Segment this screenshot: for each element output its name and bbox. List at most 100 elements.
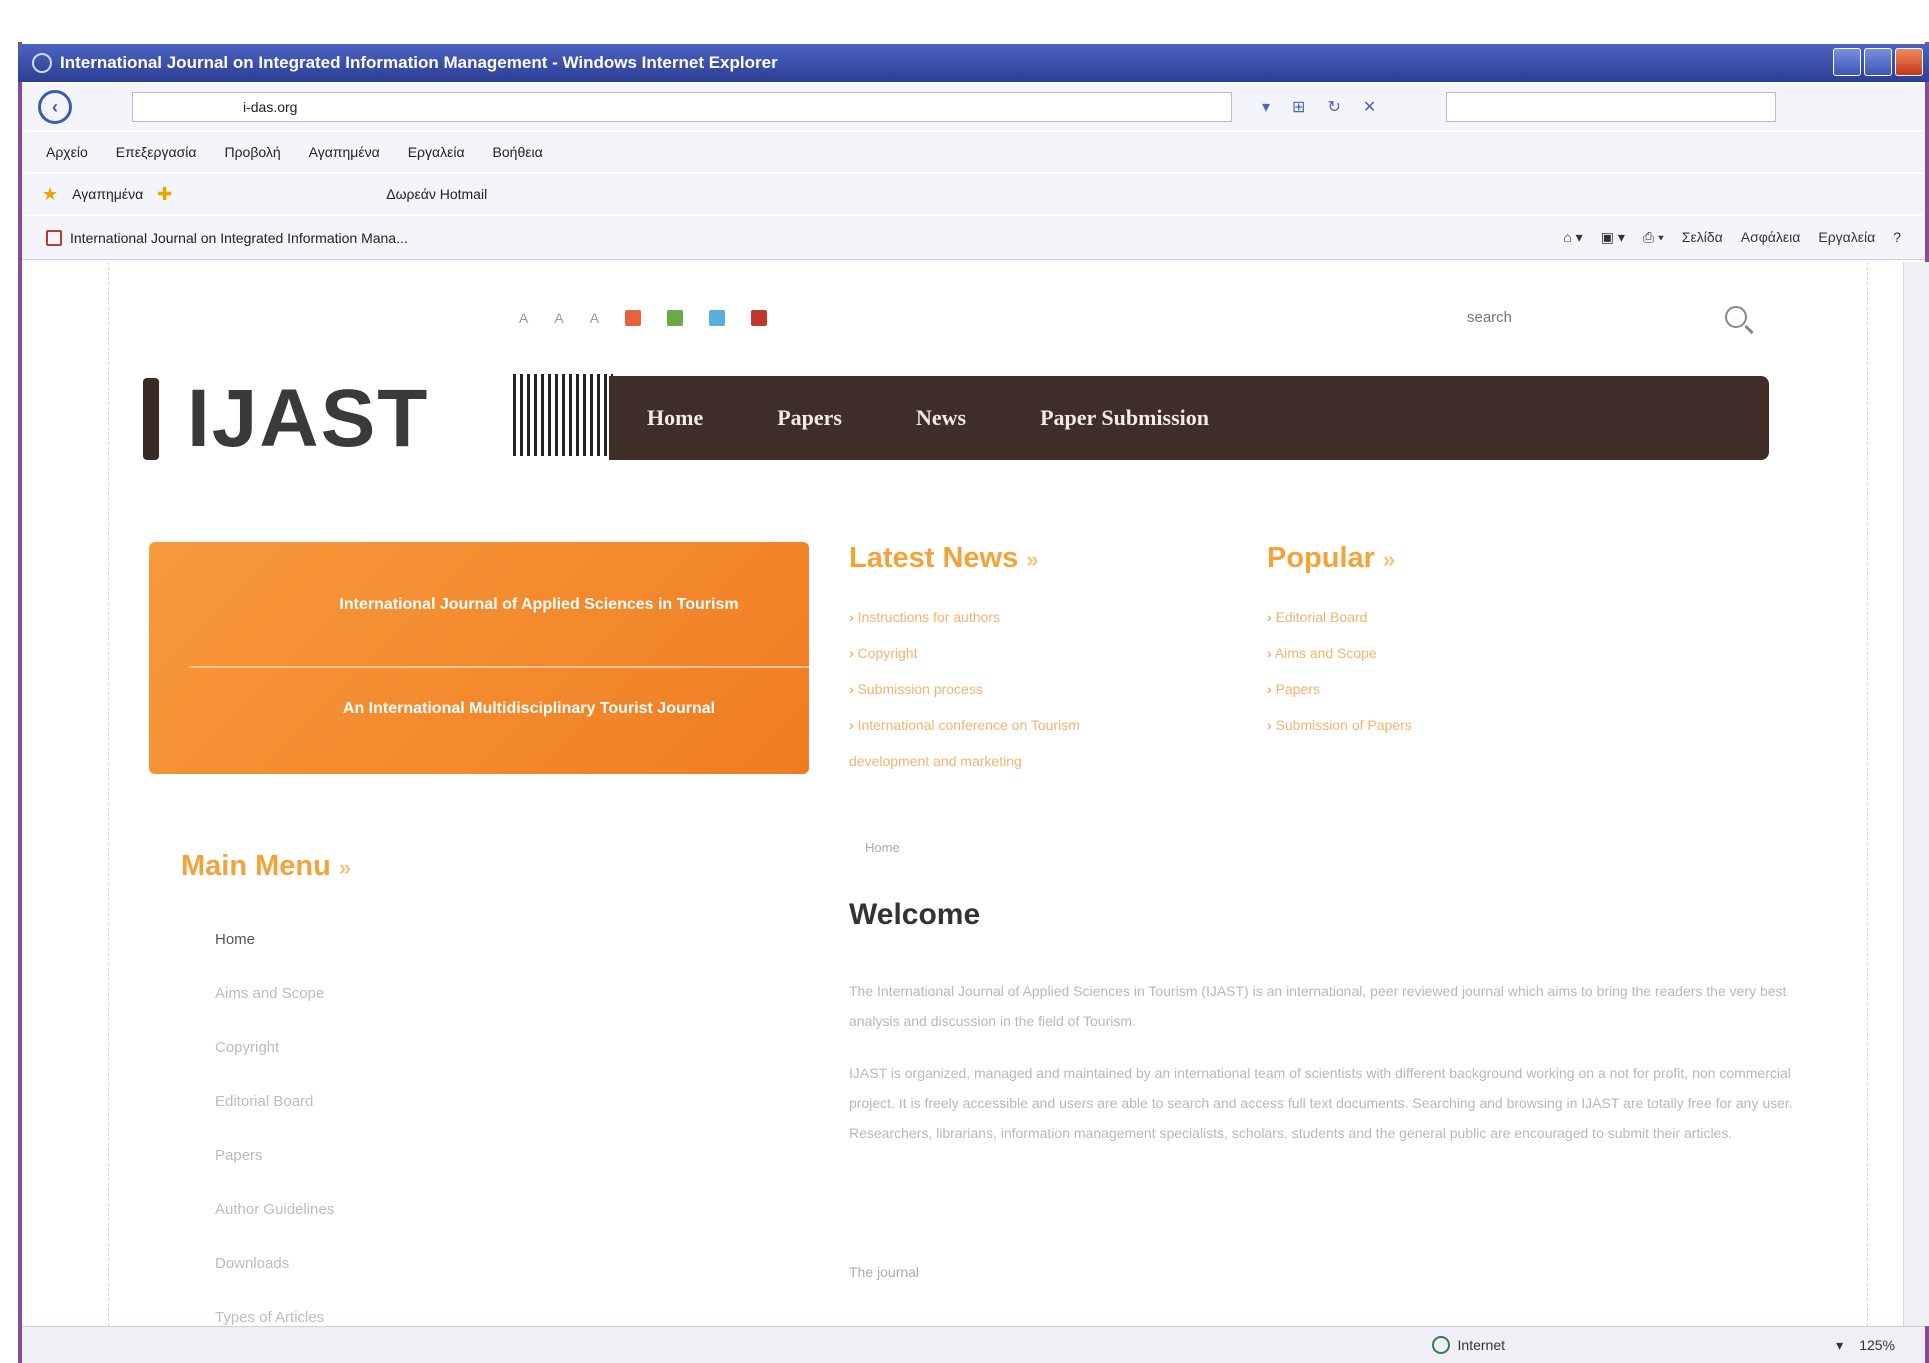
ie-logo-icon (32, 53, 52, 73)
dropdown-icon[interactable]: ▾ (1262, 97, 1270, 117)
barcode-decoration (513, 374, 613, 456)
site-page: A A A IJAST Home Papers News Paper Submi… (108, 262, 1868, 1326)
list-item[interactable]: Copyright (849, 635, 1209, 671)
theme-swatch-green[interactable] (667, 310, 684, 326)
list-item[interactable]: International conference on Tourism (849, 707, 1209, 743)
menu-file[interactable]: Αρχείο (46, 144, 88, 160)
breadcrumb[interactable]: Home (865, 840, 900, 855)
menu-tools[interactable]: Εργαλεία (408, 144, 465, 160)
refresh-icon[interactable]: ↻ (1327, 97, 1340, 117)
menu-view[interactable]: Προβολή (224, 144, 280, 160)
site-tools: A A A (519, 310, 768, 326)
theme-swatch-red[interactable] (751, 310, 768, 326)
suggested-site-link[interactable]: Δωρεάν Hotmail (386, 186, 487, 202)
list-item[interactable]: Instructions for authors (849, 599, 1209, 635)
menu-item-home[interactable]: Home (215, 913, 351, 967)
site-search-input[interactable] (1447, 308, 1725, 326)
vertical-scrollbar[interactable] (1903, 262, 1929, 1326)
font-size-small[interactable]: A (519, 310, 528, 326)
list-item[interactable]: Submission of Papers (1267, 707, 1567, 743)
favorites-button[interactable]: Αγαπημένα (72, 186, 143, 202)
zone-label: Internet (1457, 1337, 1505, 1353)
minimize-icon[interactable] (1833, 48, 1861, 76)
menu-favorites[interactable]: Αγαπημένα (309, 144, 380, 160)
stop-icon[interactable]: ✕ (1363, 97, 1376, 117)
print-icon[interactable]: ⎙ ▾ (1643, 229, 1664, 246)
page-favicon-icon (46, 229, 62, 246)
latest-news: Latest News» Instructions for authors Co… (849, 542, 1209, 779)
menu-bar: Αρχείο Επεξεργασία Προβολή Αγαπημένα Εργ… (22, 132, 1925, 172)
favorites-star-icon: ★ (42, 183, 59, 204)
nav-news[interactable]: News (916, 405, 966, 431)
zoom-control[interactable]: ▾ 125% (1836, 1337, 1895, 1354)
add-favorite-icon[interactable]: ✚ (157, 184, 172, 205)
nav-home[interactable]: Home (647, 405, 703, 431)
cmd-safety[interactable]: Ασφάλεια (1741, 229, 1801, 246)
menu-help[interactable]: Βοήθεια (493, 144, 543, 160)
address-tools: ▾ ⊞ ↻ ✕ (1262, 97, 1376, 117)
close-icon[interactable] (1895, 48, 1923, 76)
list-item[interactable]: Submission process (849, 671, 1209, 707)
address-bar-row: ‹ i-das.org ▾ ⊞ ↻ ✕ (22, 84, 1925, 130)
menu-item[interactable]: Editorial Board (215, 1075, 351, 1129)
page-viewport: A A A IJAST Home Papers News Paper Submi… (22, 262, 1902, 1326)
page-title: Welcome (849, 898, 981, 931)
window-controls (1833, 48, 1923, 76)
journal-label: The journal (849, 1264, 920, 1280)
nav-paper-submission[interactable]: Paper Submission (1040, 405, 1209, 431)
menu-item[interactable]: Downloads (215, 1237, 351, 1291)
compat-icon[interactable]: ⊞ (1292, 97, 1305, 117)
active-tab[interactable]: International Journal on Integrated Info… (46, 229, 408, 246)
tab-title: International Journal on Integrated Info… (70, 229, 408, 246)
favorites-bar: ★ Αγαπημένα ✚ Δωρεάν Hotmail (22, 174, 1925, 214)
latest-news-title: Latest News» (849, 542, 1039, 574)
font-size-large[interactable]: A (590, 310, 599, 326)
menu-item[interactable]: Author Guidelines (215, 1183, 351, 1237)
zoom-level[interactable]: 125% (1859, 1337, 1895, 1354)
logo-bar (143, 378, 159, 460)
security-zone: Internet (1431, 1336, 1505, 1354)
list-item[interactable]: Aims and Scope (1267, 635, 1567, 671)
browser-search-input[interactable] (1446, 92, 1777, 122)
window-titlebar: International Journal on Integrated Info… (18, 44, 1929, 82)
menu-edit[interactable]: Επεξεργασία (116, 144, 197, 160)
logo-text: IJAST (187, 373, 430, 464)
status-bar: Internet ▾ 125% (22, 1326, 1925, 1363)
about-paragraph: IJAST is organized, managed and maintain… (849, 1065, 1793, 1141)
theme-swatch-blue[interactable] (709, 310, 726, 326)
site-logo[interactable]: IJAST (143, 372, 429, 466)
theme-swatch-orange[interactable] (625, 310, 642, 326)
window-title: International Journal on Integrated Info… (60, 53, 778, 72)
help-icon[interactable]: ? (1893, 229, 1901, 246)
list-item[interactable]: development and marketing (849, 743, 1209, 779)
address-input[interactable]: i-das.org (132, 92, 1232, 122)
list-item[interactable]: Editorial Board (1267, 599, 1567, 635)
protected-mode-icon: ▾ (1836, 1336, 1844, 1353)
cmd-page[interactable]: Σελίδα (1682, 229, 1723, 246)
intro-paragraph: The International Journal of Applied Sci… (849, 983, 1787, 1029)
command-bar: ⌂ ▾ ▣ ▾ ⎙ ▾ Σελίδα Ασφάλεια Εργαλεία ? (1563, 229, 1901, 246)
list-item[interactable]: Papers (1267, 671, 1567, 707)
main-menu-list: Home Aims and Scope Copyright Editorial … (181, 913, 351, 1326)
feeds-icon[interactable]: ▣ ▾ (1601, 229, 1625, 246)
home-icon[interactable]: ⌂ ▾ (1563, 229, 1582, 246)
cmd-tools[interactable]: Εργαλεία (1818, 229, 1875, 246)
nav-papers[interactable]: Papers (777, 405, 842, 431)
search-icon[interactable] (1725, 306, 1747, 328)
banner-divider (189, 666, 809, 668)
site-search (1447, 300, 1747, 334)
menu-item[interactable]: Copyright (215, 1021, 351, 1075)
menu-item[interactable]: Types of Articles (215, 1291, 351, 1326)
tab-row: International Journal on Integrated Info… (22, 216, 1925, 260)
font-size-medium[interactable]: A (554, 310, 563, 326)
journal-banner: International Journal of Applied Science… (149, 542, 809, 774)
banner-title: International Journal of Applied Science… (339, 596, 739, 613)
menu-item[interactable]: Papers (215, 1129, 351, 1183)
main-menu-title: Main Menu» (181, 850, 352, 882)
latest-news-list: Instructions for authors Copyright Submi… (849, 599, 1209, 779)
menu-item[interactable]: Aims and Scope (215, 967, 351, 1021)
main-menu: Main Menu» Home Aims and Scope Copyright… (181, 850, 351, 1326)
back-button[interactable]: ‹ (38, 90, 72, 124)
maximize-icon[interactable] (1864, 48, 1892, 76)
popular-title: Popular» (1267, 542, 1396, 574)
